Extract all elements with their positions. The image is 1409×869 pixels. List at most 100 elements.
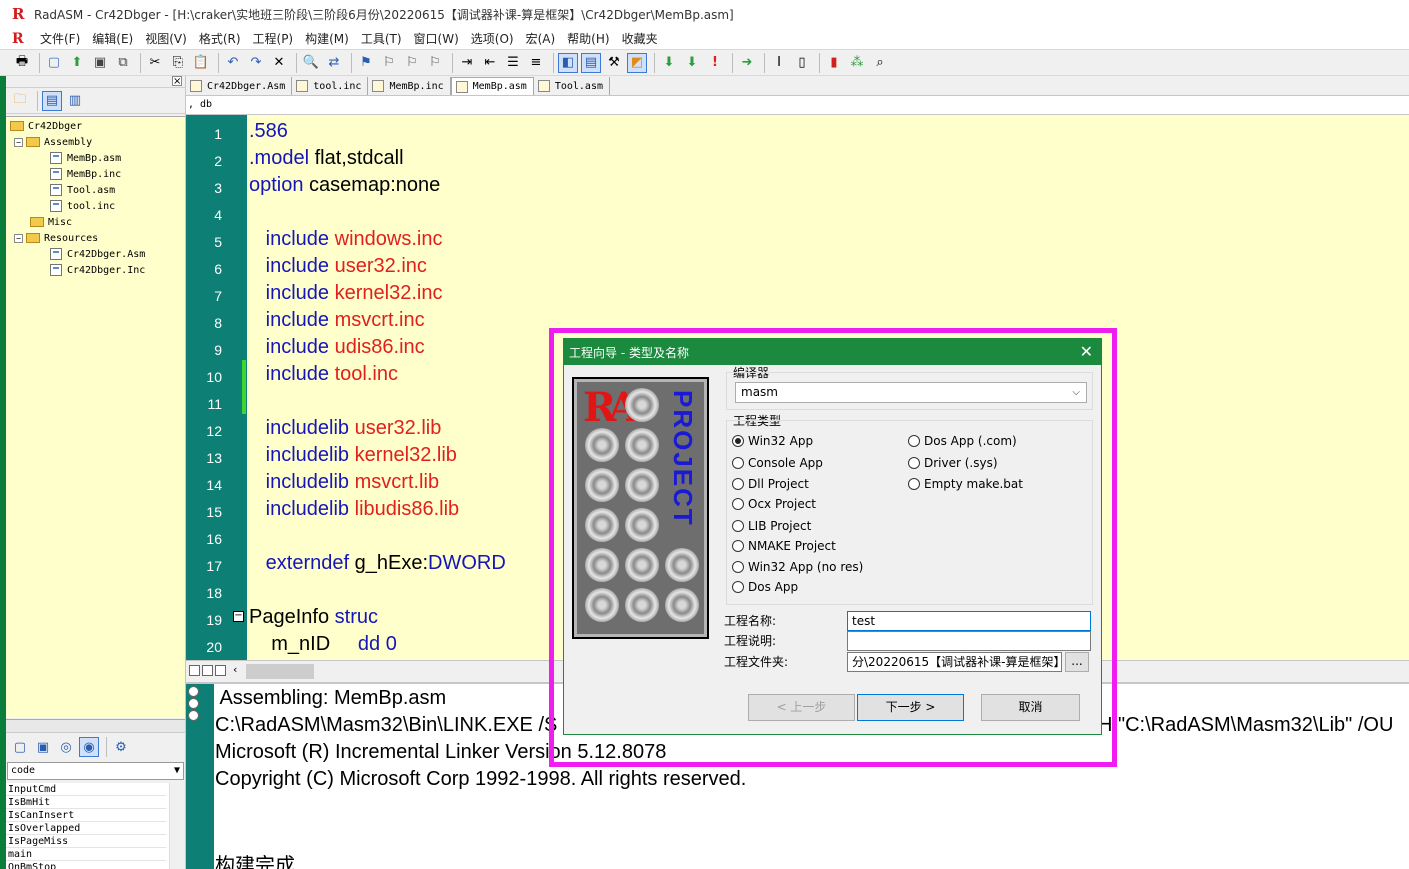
menu-favorites[interactable]: 收藏夹 bbox=[616, 30, 664, 47]
color-dots-icon[interactable]: ⁂ bbox=[847, 53, 867, 73]
cancel-button[interactable]: 取消 bbox=[981, 694, 1080, 721]
menu-format[interactable]: 格式(R) bbox=[193, 30, 247, 47]
copy-icon[interactable]: ⎘ bbox=[168, 53, 188, 73]
project-desc-input[interactable] bbox=[847, 631, 1091, 651]
browse-folder-button[interactable]: ... bbox=[1065, 652, 1089, 672]
menu-tools[interactable]: 工具(T) bbox=[355, 30, 408, 47]
menu-options[interactable]: 选项(O) bbox=[465, 30, 520, 47]
undo-icon[interactable]: ↶ bbox=[223, 53, 243, 73]
bookmark-toggle-icon[interactable]: ⚑ bbox=[356, 53, 376, 73]
scrollbar-thumb[interactable] bbox=[246, 664, 314, 679]
menu-macro[interactable]: 宏(A) bbox=[520, 30, 562, 47]
stop-icon[interactable]: ! bbox=[705, 53, 725, 73]
radio-nmake-project[interactable]: NMAKE Project bbox=[732, 539, 836, 553]
project-folder-input[interactable]: 分\20220615【调试器补课-算是框架】 bbox=[847, 652, 1062, 672]
close-icon[interactable]: × bbox=[172, 76, 182, 87]
proc-list-item[interactable]: main bbox=[6, 848, 166, 861]
view-mode-icon-1[interactable] bbox=[189, 665, 200, 676]
properties-icon-3[interactable]: ◎ bbox=[56, 737, 76, 757]
collapse-icon[interactable]: − bbox=[14, 137, 23, 147]
proc-type-select[interactable]: code ▼ bbox=[7, 762, 184, 780]
bookmark-next-icon[interactable]: ⚐ bbox=[379, 53, 399, 73]
menu-file[interactable]: 文件(F) bbox=[34, 30, 86, 47]
bookmark-clear-icon[interactable]: ⚐ bbox=[425, 53, 445, 73]
redo-icon[interactable]: ↷ bbox=[246, 53, 266, 73]
radio-win32-app-no-res[interactable]: Win32 App (no res) bbox=[732, 560, 863, 574]
print-icon[interactable]: 🖶 bbox=[12, 53, 32, 73]
collapse-icon[interactable]: − bbox=[14, 233, 23, 243]
open-project-folder-icon[interactable]: 🗀 bbox=[10, 91, 30, 111]
back-button[interactable]: < 上一步 bbox=[748, 694, 855, 721]
compiler-select[interactable]: masm ⌵ bbox=[735, 382, 1087, 403]
new-file-icon[interactable]: ▢ bbox=[44, 53, 64, 73]
tree-file-cr42dbger-asm[interactable]: Cr42Dbger.Asm bbox=[50, 246, 145, 262]
properties-icon-1[interactable]: ▢ bbox=[10, 737, 30, 757]
tools-icon[interactable]: ⚒ bbox=[604, 53, 624, 73]
proc-list-item[interactable]: OnBmStop bbox=[6, 861, 166, 869]
radio-empty-make-bat[interactable]: Empty make.bat bbox=[908, 477, 1023, 491]
properties-view-icon[interactable]: ◩ bbox=[627, 52, 647, 73]
radio-ocx-project[interactable]: Ocx Project bbox=[732, 497, 816, 511]
menu-edit[interactable]: 编辑(E) bbox=[86, 30, 139, 47]
radio-dos-app[interactable]: Dos App bbox=[732, 580, 798, 594]
color-palette-icon[interactable]: ▮ bbox=[824, 53, 844, 73]
view-mode-icon-2[interactable] bbox=[202, 665, 213, 676]
output-option-icon[interactable] bbox=[188, 710, 199, 721]
build-icon[interactable]: ⬇ bbox=[682, 53, 702, 73]
cut-icon[interactable]: ✂ bbox=[145, 53, 165, 73]
tree-file-membp-inc[interactable]: MemBp.inc bbox=[50, 166, 121, 182]
radio-dll-project[interactable]: Dll Project bbox=[732, 477, 809, 491]
tree-file-membp-asm[interactable]: MemBp.asm bbox=[50, 150, 121, 166]
view-mode-icon-3[interactable] bbox=[215, 665, 226, 676]
tree-file-cr42dbger-inc[interactable]: Cr42Dbger.Inc bbox=[50, 262, 145, 278]
tree-file-tool-inc[interactable]: tool.inc bbox=[50, 198, 115, 214]
delete-icon[interactable]: ✕ bbox=[269, 53, 289, 73]
assemble-icon[interactable]: ⬇ bbox=[659, 53, 679, 73]
open-file-icon[interactable]: ⬆ bbox=[67, 53, 87, 73]
indent-icon[interactable]: ⇥ bbox=[457, 53, 477, 73]
tab-cr42dbger-asm[interactable]: Cr42Dbger.Asm bbox=[186, 77, 293, 95]
close-icon[interactable]: ✕ bbox=[1080, 342, 1093, 361]
tab-tool-asm[interactable]: Tool.asm bbox=[533, 77, 610, 95]
output-view-icon[interactable]: ▤ bbox=[581, 52, 601, 73]
menu-window[interactable]: 窗口(W) bbox=[408, 30, 465, 47]
run-icon[interactable]: ➜ bbox=[737, 53, 757, 73]
save-icon[interactable]: ▣ bbox=[90, 53, 110, 73]
menu-logo-icon[interactable]: R bbox=[12, 31, 28, 47]
proc-list-item[interactable]: IsOverlapped bbox=[6, 822, 166, 835]
next-button[interactable]: 下一步 > bbox=[857, 694, 964, 721]
menu-project[interactable]: 工程(P) bbox=[247, 30, 300, 47]
cursor-icon[interactable]: I bbox=[769, 53, 789, 73]
paste-icon[interactable]: 📋 bbox=[191, 53, 211, 73]
tab-membp-inc[interactable]: MemBp.inc bbox=[368, 77, 451, 95]
radio-console-app[interactable]: Console App bbox=[732, 456, 823, 470]
tree-node-misc[interactable]: Misc bbox=[30, 214, 72, 230]
page-icon[interactable]: ▯ bbox=[792, 53, 812, 73]
project-view-icon[interactable]: ◧ bbox=[558, 52, 578, 73]
zoom-icon[interactable]: ⌕ bbox=[870, 53, 890, 73]
menu-help[interactable]: 帮助(H) bbox=[561, 30, 615, 47]
file-view-icon[interactable]: ▤ bbox=[42, 90, 62, 111]
menu-view[interactable]: 视图(V) bbox=[139, 30, 193, 47]
radio-win32-app[interactable]: Win32 App bbox=[732, 434, 813, 448]
replace-icon[interactable]: ⇄ bbox=[324, 53, 344, 73]
tree-file-tool-asm[interactable]: Tool.asm bbox=[50, 182, 115, 198]
radio-lib-project[interactable]: LIB Project bbox=[732, 519, 811, 533]
properties-icon-2[interactable]: ▣ bbox=[33, 737, 53, 757]
proc-list-item[interactable]: InputCmd bbox=[6, 783, 166, 796]
uncomment-icon[interactable]: ≡ bbox=[526, 53, 546, 73]
proc-list-scrollbar[interactable] bbox=[169, 783, 185, 869]
tab-membp-asm[interactable]: MemBp.asm bbox=[450, 77, 534, 95]
proc-list-item[interactable]: IsCanInsert bbox=[6, 809, 166, 822]
output-option-icon[interactable] bbox=[188, 698, 199, 709]
tab-tool-inc[interactable]: tool.inc bbox=[292, 77, 369, 95]
tree-node-resources[interactable]: − Resources bbox=[14, 230, 98, 246]
gear-icon[interactable]: ⚙ bbox=[111, 737, 131, 757]
scroll-left-icon[interactable]: ‹ bbox=[233, 663, 237, 676]
project-name-input[interactable]: test bbox=[847, 611, 1091, 631]
proc-list-item[interactable]: IsPageMiss bbox=[6, 835, 166, 848]
tree-node-root[interactable]: Cr42Dbger bbox=[10, 118, 82, 134]
output-option-icon[interactable] bbox=[188, 686, 199, 697]
tree-node-assembly[interactable]: − Assembly bbox=[14, 134, 92, 150]
radio-dos-app-com[interactable]: Dos App (.com) bbox=[908, 434, 1017, 448]
